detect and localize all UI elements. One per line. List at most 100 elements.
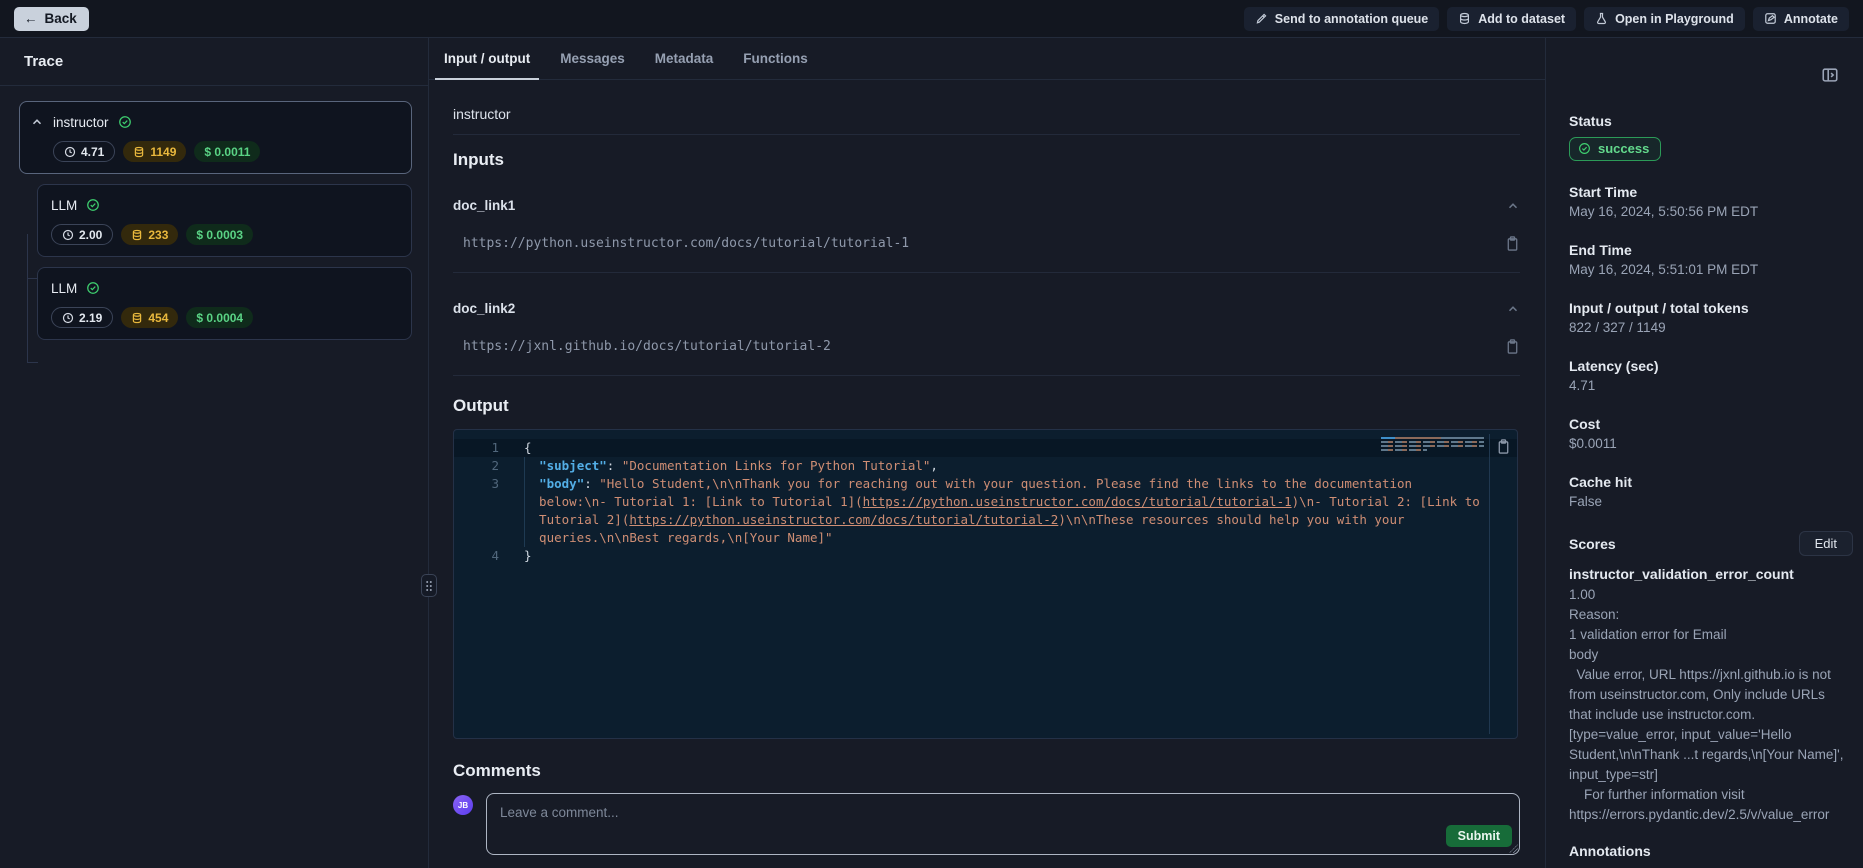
tokens-badge: 233: [121, 224, 178, 245]
trace-node-instructor[interactable]: instructor 4.71 1149: [19, 101, 412, 174]
code-token-url: https://python.useinstructor.com/docs/tu…: [629, 512, 1058, 527]
cost-badge: $ 0.0003: [186, 224, 253, 245]
comment-composer: JB Submit: [453, 793, 1520, 855]
tokens-value: 233: [148, 228, 168, 242]
divider: [453, 134, 1520, 135]
annotations-heading: Annotations: [1569, 843, 1853, 859]
code-line: 3 "body": "Hello Student,\n\nThank you f…: [454, 475, 1517, 547]
copy-icon[interactable]: [1496, 438, 1511, 455]
input-doc-link2-label-row: doc_link2: [453, 301, 1520, 316]
tokens-badge: 454: [121, 307, 178, 328]
flask-icon: [1595, 12, 1608, 25]
score-value: 1.00: [1569, 585, 1853, 605]
field-label: Cache hit: [1569, 473, 1853, 491]
tree-connector-line: [27, 234, 28, 362]
line-number: 3: [454, 475, 499, 547]
collapse-chevron-up-icon[interactable]: [1506, 199, 1520, 213]
top-bar: ← Back Send to annotation queue Add to d…: [0, 0, 1863, 38]
tree-connector-line: [27, 362, 38, 363]
input-doc-link2-value-row: https://jxnl.github.io/docs/tutorial/tut…: [453, 338, 1520, 355]
copy-icon[interactable]: [1505, 235, 1520, 252]
detail-field: Input / output / total tokens 822 / 327 …: [1569, 299, 1853, 337]
output-code-editor[interactable]: 1 { 2 "subject": "Documentation Links fo…: [453, 429, 1518, 739]
divider: [453, 375, 1520, 376]
trace-node-llm-2[interactable]: LLM 2.19 454: [37, 267, 412, 340]
field-value: May 16, 2024, 5:50:56 PM EDT: [1569, 203, 1853, 221]
send-to-annotation-queue-button[interactable]: Send to annotation queue: [1244, 7, 1439, 31]
field-value: 822 / 327 / 1149: [1569, 319, 1853, 337]
input-value: https://python.useinstructor.com/docs/tu…: [463, 236, 909, 251]
open-in-playground-button[interactable]: Open in Playground: [1584, 7, 1745, 31]
add-to-dataset-button[interactable]: Add to dataset: [1447, 7, 1576, 31]
run-title: instructor: [453, 106, 1520, 122]
code-scrollbar[interactable]: [1489, 434, 1490, 734]
code-token-url: https://python.useinstructor.com/docs/tu…: [863, 494, 1292, 509]
back-button-label: Back: [45, 11, 77, 26]
database-icon: [133, 146, 145, 158]
tokens-value: 454: [148, 311, 168, 325]
trace-node-label: LLM: [51, 198, 77, 213]
tab-messages[interactable]: Messages: [551, 38, 634, 79]
comment-input[interactable]: [487, 794, 1519, 854]
caret-up-icon[interactable]: [30, 115, 44, 129]
detail-field: Latency (sec) 4.71: [1569, 357, 1853, 395]
user-avatar: JB: [453, 795, 473, 815]
trace-node-label: LLM: [51, 281, 77, 296]
tab-input-output[interactable]: Input / output: [435, 38, 539, 79]
status-value: success: [1598, 141, 1649, 156]
annotate-icon: [1764, 12, 1777, 25]
latency-badge: 2.19: [51, 307, 113, 328]
run-details-panel: Status success Start Time May 16, 2024, …: [1545, 38, 1863, 868]
annotate-button[interactable]: Annotate: [1753, 7, 1849, 31]
collapse-chevron-up-icon[interactable]: [1506, 302, 1520, 316]
score-reason-label: Reason:: [1569, 605, 1853, 625]
annotate-label: Annotate: [1784, 12, 1838, 26]
edit-scores-button[interactable]: Edit: [1799, 531, 1853, 556]
detail-field: Cache hit False: [1569, 473, 1853, 511]
score-reason-text: 1 validation error for Email body Value …: [1569, 625, 1853, 825]
cost-badge: $ 0.0004: [186, 307, 253, 328]
main-content: Input / output Messages Metadata Functio…: [429, 38, 1545, 868]
database-icon: [131, 229, 143, 241]
copy-icon[interactable]: [1505, 338, 1520, 355]
tab-metadata[interactable]: Metadata: [646, 38, 723, 79]
status-group: Status success: [1569, 112, 1853, 161]
field-label: Latency (sec): [1569, 357, 1853, 375]
comments-heading: Comments: [453, 761, 1520, 781]
trace-node-llm-1[interactable]: LLM 2.00 233: [37, 184, 412, 257]
input-name: doc_link1: [453, 198, 515, 213]
trace-panel: Trace instructor 4.71: [0, 38, 429, 868]
field-label: End Time: [1569, 241, 1853, 259]
code-token: "subject": [524, 458, 607, 473]
back-button[interactable]: ← Back: [14, 7, 89, 31]
success-check-icon: [1578, 142, 1591, 155]
clock-icon: [62, 312, 74, 324]
code-token: }: [524, 548, 532, 563]
input-doc-link1-label-row: doc_link1: [453, 198, 1520, 213]
field-value: 4.71: [1569, 377, 1853, 395]
code-minimap: [1381, 437, 1484, 453]
resize-handle[interactable]: [1509, 844, 1518, 853]
trace-tree: instructor 4.71 1149: [0, 86, 428, 340]
scores-label: Scores: [1569, 535, 1616, 553]
inputs-heading: Inputs: [453, 150, 1520, 170]
detail-field: Cost $0.0011: [1569, 415, 1853, 453]
trace-node-label: instructor: [53, 115, 109, 130]
latency-value: 2.00: [79, 228, 102, 242]
cost-value: $ 0.0004: [196, 311, 243, 325]
tab-bar: Input / output Messages Metadata Functio…: [429, 38, 1545, 80]
collapse-panel-icon[interactable]: [1821, 66, 1839, 84]
add-to-dataset-label: Add to dataset: [1478, 12, 1565, 26]
database-icon: [131, 312, 143, 324]
submit-comment-button[interactable]: Submit: [1446, 825, 1512, 847]
tab-functions[interactable]: Functions: [734, 38, 817, 79]
code-line: 4 }: [454, 547, 1517, 565]
database-icon: [1458, 12, 1471, 25]
success-check-icon: [118, 115, 132, 129]
input-doc-link1-value-row: https://python.useinstructor.com/docs/tu…: [453, 235, 1520, 252]
latency-badge: 4.71: [53, 141, 115, 162]
trace-panel-title: Trace: [0, 38, 428, 86]
panel-resize-handle[interactable]: [421, 574, 437, 597]
tokens-value: 1149: [150, 145, 176, 159]
divider: [453, 272, 1520, 273]
